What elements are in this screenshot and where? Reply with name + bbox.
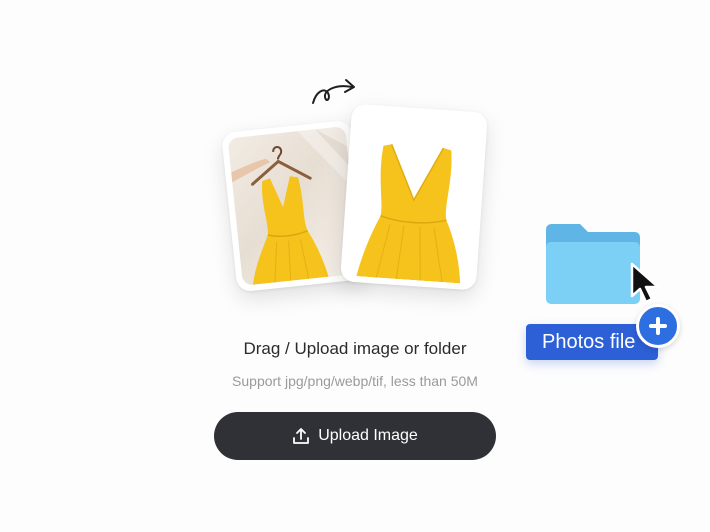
cursor-arrow-icon (630, 262, 660, 304)
curly-arrow-icon (312, 79, 355, 104)
upload-button-label: Upload Image (318, 427, 418, 444)
dropzone-headline: Drag / Upload image or folder (243, 339, 467, 358)
upload-icon (293, 428, 310, 444)
after-photo-card (339, 103, 489, 291)
upload-image-button[interactable]: Upload Image (214, 412, 496, 460)
dress-white-background-photo (346, 109, 482, 285)
supported-formats-text: Support jpg/png/webp/tif, less than 50M (232, 373, 478, 389)
upload-dropzone[interactable]: Photos file Drag / Upload image or folde… (0, 0, 710, 532)
